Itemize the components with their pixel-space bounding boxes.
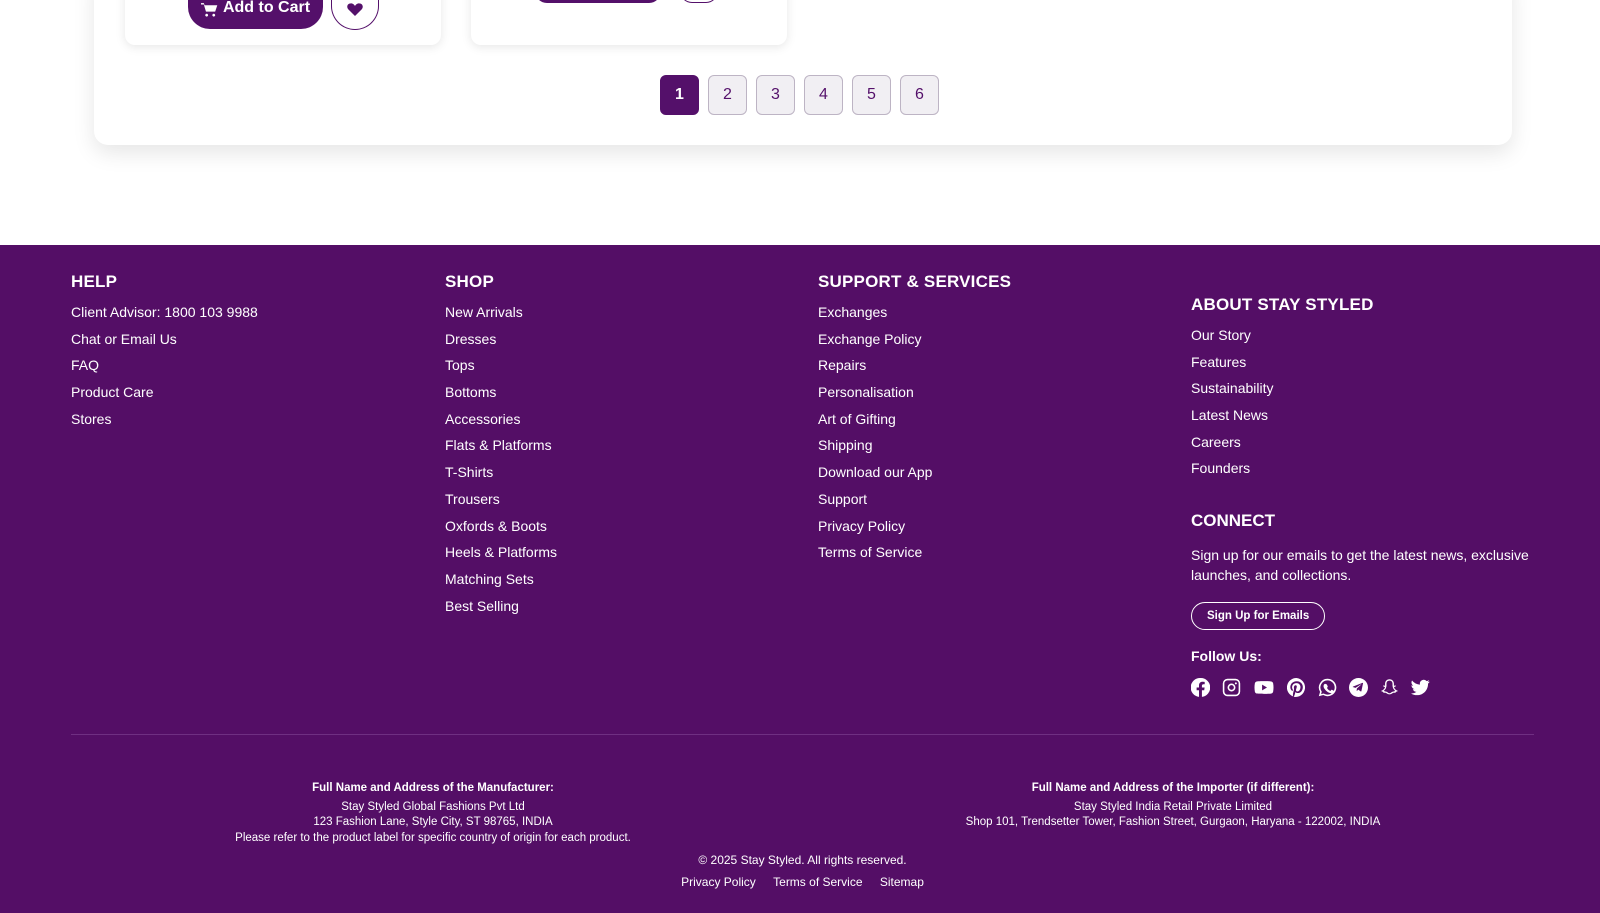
footer-support-title: SUPPORT & SERVICES <box>818 272 1012 291</box>
manufacturer-line: 123 Fashion Lane, Style City, ST 98765, … <box>313 816 553 828</box>
footer-about-link[interactable]: Features <box>1191 352 1374 379</box>
page-button-3[interactable]: 3 <box>756 75 795 115</box>
footer-about-title: ABOUT STAY STYLED <box>1191 295 1374 314</box>
footer-support-link[interactable]: Privacy Policy <box>818 516 1011 543</box>
footer-help-link[interactable]: Stores <box>71 409 258 436</box>
footer-shop-link[interactable]: Best Selling <box>445 596 557 623</box>
footer-help-column: HELP Client Advisor: 1800 103 9988 Chat … <box>71 272 258 435</box>
footer-support-link[interactable]: Download our App <box>818 462 1011 489</box>
product-card <box>471 0 787 45</box>
footer-support-link[interactable]: Repairs <box>818 355 1011 382</box>
page-button-6[interactable]: 6 <box>900 75 939 115</box>
heart-icon <box>347 3 363 16</box>
footer-help-link[interactable]: FAQ <box>71 355 258 382</box>
add-to-cart-button[interactable] <box>535 0 661 3</box>
footer-support-link[interactable]: Shipping <box>818 435 1011 462</box>
sign-up-emails-button[interactable]: Sign Up for Emails <box>1191 602 1326 630</box>
footer-support-link[interactable]: Exchanges <box>818 302 1011 329</box>
footer-about-link[interactable]: Latest News <box>1191 405 1374 432</box>
manufacturer-line: Stay Styled Global Fashions Pvt Ltd <box>341 800 525 813</box>
footer-support-link[interactable]: Personalisation <box>818 382 1011 409</box>
page-button-1[interactable]: 1 <box>660 75 699 115</box>
add-to-cart-label: Add to Cart <box>222 0 311 16</box>
footer-support-link[interactable]: Art of Gifting <box>818 409 1011 436</box>
instagram-icon[interactable] <box>1222 678 1241 697</box>
manufacturer-heading: Full Name and Address of the Manufacture… <box>312 782 554 794</box>
footer-support-link[interactable]: Support <box>818 489 1011 516</box>
whatsapp-icon[interactable] <box>1318 678 1337 697</box>
footer-about-column: ABOUT STAY STYLED Our Story Features Sus… <box>1191 295 1374 485</box>
page-button-4[interactable]: 4 <box>804 75 843 115</box>
footer-help-title: HELP <box>71 272 118 291</box>
footer-shop-title: SHOP <box>445 272 494 291</box>
terms-of-service-link[interactable]: Terms of Service <box>773 875 862 889</box>
footer-help-link[interactable]: Client Advisor: 1800 103 9988 <box>71 302 258 329</box>
footer-connect-text: Sign up for our emails to get the latest… <box>1191 547 1529 583</box>
footer-support-link[interactable]: Exchange Policy <box>818 329 1011 356</box>
footer-shop-link[interactable]: Matching Sets <box>445 569 557 596</box>
snapchat-icon[interactable] <box>1380 678 1399 697</box>
footer-shop-link[interactable]: Trousers <box>445 489 557 516</box>
footer-shop-link[interactable]: Tops <box>445 355 557 382</box>
pagination: 1 2 3 4 5 6 <box>660 75 939 115</box>
product-card: Add to Cart <box>125 0 441 45</box>
footer-shop-link[interactable]: T-Shirts <box>445 462 557 489</box>
importer-heading: Full Name and Address of the Importer (i… <box>1031 782 1315 794</box>
footer-support-column: SUPPORT & SERVICES Exchanges Exchange Po… <box>818 272 1011 569</box>
privacy-policy-link[interactable]: Privacy Policy <box>681 875 756 889</box>
footer-shop-link[interactable]: Accessories <box>445 409 557 436</box>
footer-shop-link[interactable]: Bottoms <box>445 382 557 409</box>
footer-divider <box>71 734 1534 735</box>
copyright-text: © 2025 Stay Styled. All rights reserved. <box>698 853 907 867</box>
importer-line: Stay Styled India Retail Private Limited <box>1073 800 1273 813</box>
page-button-2[interactable]: 2 <box>708 75 747 115</box>
footer-support-link[interactable]: Terms of Service <box>818 542 1011 569</box>
footer-shop-link[interactable]: New Arrivals <box>445 302 557 329</box>
site-footer: HELP Client Advisor: 1800 103 9988 Chat … <box>0 245 1600 913</box>
social-icons <box>1191 678 1551 697</box>
facebook-icon[interactable] <box>1191 678 1210 697</box>
footer-bottom-links: Privacy Policy Terms of Service Sitemap <box>0 875 1600 889</box>
footer-shop-link[interactable]: Oxfords & Boots <box>445 516 557 543</box>
cart-icon <box>200 3 218 17</box>
youtube-icon[interactable] <box>1253 678 1275 697</box>
wishlist-button[interactable] <box>680 0 718 3</box>
add-to-cart-button[interactable]: Add to Cart <box>188 0 323 29</box>
footer-shop-link[interactable]: Flats & Platforms <box>445 435 557 462</box>
page-button-5[interactable]: 5 <box>852 75 891 115</box>
footer-shop-link[interactable]: Dresses <box>445 329 557 356</box>
footer-help-link[interactable]: Product Care <box>71 382 258 409</box>
wishlist-button[interactable] <box>331 0 379 30</box>
sitemap-link[interactable]: Sitemap <box>880 875 924 889</box>
manufacturer-address: Full Name and Address of the Manufacture… <box>183 781 683 846</box>
footer-connect-title: CONNECT <box>1191 511 1276 530</box>
footer-about-link[interactable]: Founders <box>1191 458 1374 485</box>
footer-about-link[interactable]: Our Story <box>1191 325 1374 352</box>
footer-connect-section: CONNECT Sign up for our emails to get th… <box>1191 511 1551 697</box>
manufacturer-line: Please refer to the product label for sp… <box>235 831 631 844</box>
follow-us-label: Follow Us: <box>1191 648 1262 664</box>
footer-shop-link[interactable]: Heels & Platforms <box>445 542 557 569</box>
twitter-icon[interactable] <box>1411 678 1430 697</box>
footer-help-link[interactable]: Chat or Email Us <box>71 329 258 356</box>
footer-about-link[interactable]: Sustainability <box>1191 378 1374 405</box>
footer-about-link[interactable]: Careers <box>1191 432 1374 459</box>
importer-line: Shop 101, Trendsetter Tower, Fashion Str… <box>965 816 1381 828</box>
pinterest-icon[interactable] <box>1287 678 1306 697</box>
importer-address: Full Name and Address of the Importer (i… <box>897 781 1449 831</box>
telegram-icon[interactable] <box>1349 678 1368 697</box>
footer-shop-column: SHOP New Arrivals Dresses Tops Bottoms A… <box>445 272 557 622</box>
